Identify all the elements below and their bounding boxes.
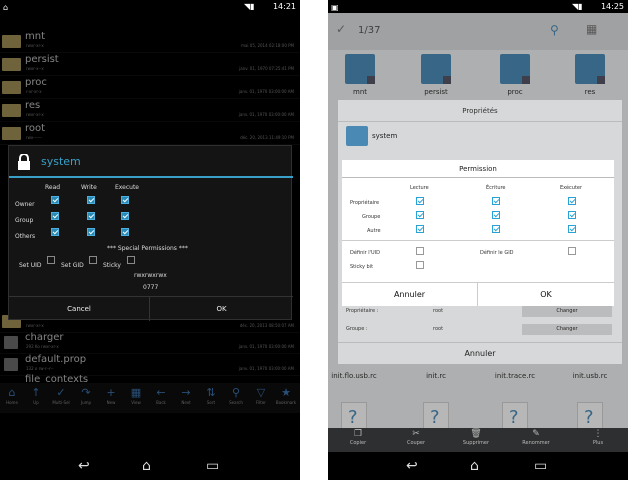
properties-cancel-button[interactable]: Annuler [338, 342, 622, 364]
row-owner-label: Owner [15, 201, 35, 208]
col-read-label: Read [45, 184, 61, 191]
col-write-label: Écriture [486, 185, 506, 191]
col-execute-label: Exécuter [560, 185, 583, 191]
change-group-button[interactable]: Changer [522, 324, 612, 335]
set-uid-checkbox[interactable] [416, 247, 424, 255]
row-others-label: Others [15, 233, 36, 240]
others-write-checkbox[interactable] [87, 228, 95, 236]
special-permissions-header: *** Special Permissions *** [107, 245, 188, 252]
left-phone-screen: ⌂ ◥▮ 14:21 mnt rwxr-xr-x mai 05, 2014 02:1… [0, 0, 300, 480]
home-nav-icon[interactable]: ⌂ [142, 458, 151, 474]
action-label: Copier [349, 440, 367, 446]
col-write-label: Write [81, 184, 97, 191]
owner-write-checkbox[interactable] [87, 196, 95, 204]
change-owner-button[interactable]: Changer [522, 306, 612, 317]
sticky-label: Sticky [103, 262, 121, 269]
others-read-checkbox[interactable] [51, 228, 59, 236]
divider [342, 240, 614, 241]
copy-button[interactable]: ❐ Copier [338, 429, 378, 446]
status-bar: ⌂ ◥▮ 14:21 [0, 0, 300, 13]
copy-icon: ❐ [353, 429, 363, 439]
sticky-checkbox[interactable] [127, 256, 135, 264]
group-read-checkbox[interactable] [51, 212, 59, 220]
back-nav-icon[interactable]: ↩ [78, 458, 90, 474]
right-phone-screen: ▣ ◥▮ 14:25 ✓ 1/37 ⚲ ▦ mnt persist proc r… [328, 0, 628, 480]
action-label: Supprimer [462, 440, 490, 446]
ok-button[interactable]: OK [478, 282, 614, 306]
group-execute-checkbox[interactable] [121, 212, 129, 220]
col-read-label: Lecture [410, 185, 429, 191]
signal-icon: ◥▮ [244, 2, 255, 11]
delete-button[interactable]: 🗑 Supprimer [456, 429, 496, 446]
others-execute-checkbox[interactable] [121, 228, 129, 236]
status-bar: ▣ ◥▮ 14:25 [328, 0, 628, 13]
group-write-checkbox[interactable] [87, 212, 95, 220]
permissions-dialog: system Read Write Execute Owner Group Ot… [8, 145, 293, 321]
cancel-button[interactable]: Cancel [9, 296, 150, 321]
owner-execute-checkbox[interactable] [568, 197, 576, 205]
owner-read-checkbox[interactable] [416, 197, 424, 205]
rename-icon: ✎ [532, 429, 540, 439]
action-label: Couper [406, 440, 426, 446]
cut-button[interactable]: ✂ Couper [396, 429, 436, 446]
owner-label: Propriétaire : [346, 308, 379, 314]
nav-bar: ↩ ⌂ ▭ [328, 452, 628, 480]
dialog-header: system [9, 146, 293, 178]
more-icon: ⋮ [593, 429, 603, 439]
permission-string: rwxrwxrwx [134, 272, 167, 279]
dialog-title: system [41, 155, 81, 168]
others-read-checkbox[interactable] [416, 225, 424, 233]
bottom-action-bar: ❐ Copier ✂ Couper 🗑 Supprimer ✎ Renommer ⋮ Pl… [328, 428, 628, 452]
home-nav-icon[interactable]: ⌂ [470, 458, 479, 474]
row-owner-label: Propriétaire [350, 200, 380, 206]
back-nav-icon[interactable]: ↩ [406, 458, 418, 474]
group-label: Groupe : [346, 326, 368, 332]
row-group-label: Groupe [362, 214, 381, 220]
set-gid-checkbox[interactable] [568, 247, 576, 255]
set-uid-checkbox[interactable] [47, 256, 55, 264]
set-gid-label: Set GID [61, 262, 84, 269]
ok-button[interactable]: OK [150, 296, 293, 321]
set-gid-checkbox[interactable] [89, 256, 97, 264]
set-gid-label: Définir le GID [480, 250, 514, 256]
folder-icon [346, 126, 368, 146]
row-group-label: Group [15, 217, 34, 224]
more-button[interactable]: ⋮ Plus [578, 429, 618, 446]
properties-title: Propriétés [338, 100, 622, 122]
scissors-icon: ✂ [412, 429, 420, 439]
properties-folder-name: system [372, 132, 398, 140]
status-time: 14:25 [600, 2, 624, 11]
set-uid-label: Définir l'UID [350, 250, 381, 256]
row-others-label: Autre [367, 228, 381, 234]
permission-title: Permission [342, 160, 614, 178]
trash-icon: 🗑 [470, 429, 482, 439]
owner-execute-checkbox[interactable] [121, 196, 129, 204]
action-label: Plus [592, 440, 604, 446]
nav-bar: ↩ ⌂ ▭ [0, 452, 300, 480]
set-uid-label: Set UID [19, 262, 42, 269]
group-write-checkbox[interactable] [492, 211, 500, 219]
owner-read-checkbox[interactable] [51, 196, 59, 204]
owner-write-checkbox[interactable] [492, 197, 500, 205]
others-write-checkbox[interactable] [492, 225, 500, 233]
lock-icon [18, 154, 30, 170]
sticky-label: Sticky bit [350, 264, 374, 270]
cancel-button[interactable]: Annuler [342, 282, 478, 306]
group-execute-checkbox[interactable] [568, 211, 576, 219]
signal-icon: ◥▮ [572, 2, 583, 11]
permission-octal: 0777 [143, 284, 159, 291]
action-label: Renommer [522, 440, 550, 446]
permission-dialog: Permission Lecture Écriture Exécuter Pro… [342, 160, 614, 306]
group-read-checkbox[interactable] [416, 211, 424, 219]
col-execute-label: Execute [115, 184, 139, 191]
rename-button[interactable]: ✎ Renommer [516, 429, 556, 446]
recents-nav-icon[interactable]: ▭ [534, 458, 547, 474]
others-execute-checkbox[interactable] [568, 225, 576, 233]
group-value: root [433, 326, 444, 332]
sticky-checkbox[interactable] [416, 261, 424, 269]
status-time: 14:21 [272, 2, 296, 11]
owner-value: root [433, 308, 444, 314]
recents-nav-icon[interactable]: ▭ [206, 458, 219, 474]
